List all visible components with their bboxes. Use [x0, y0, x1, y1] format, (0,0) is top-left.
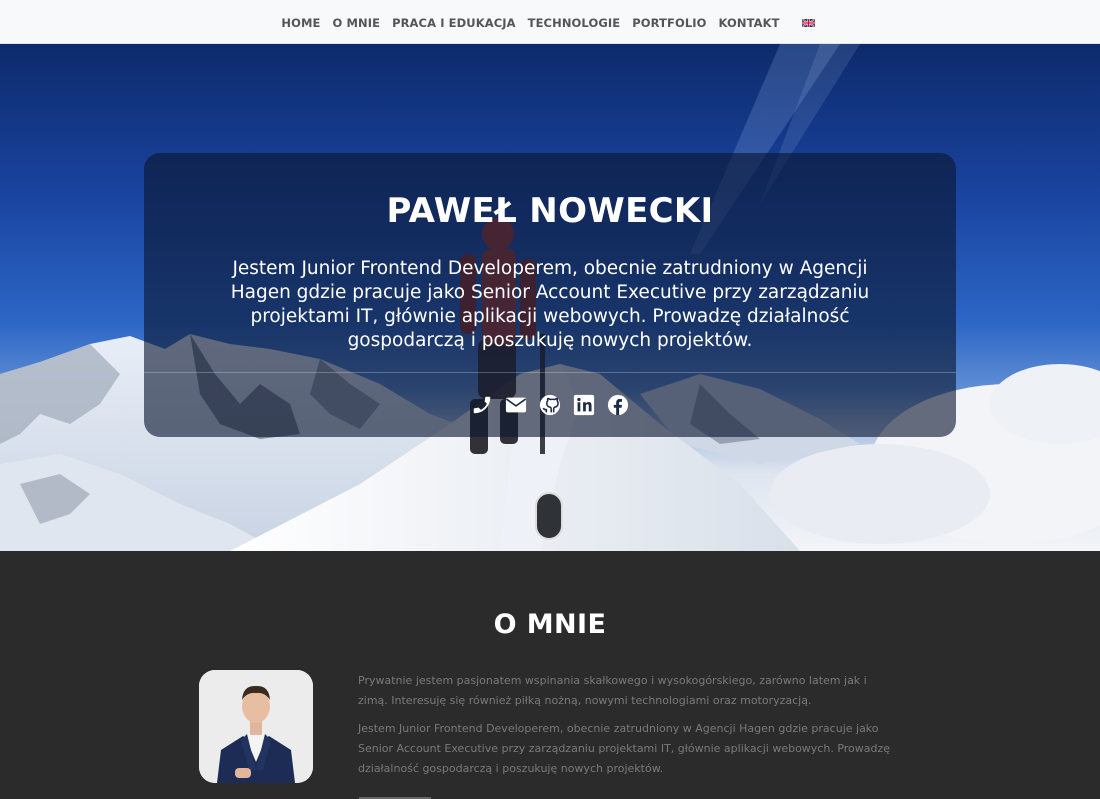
uk-flag-icon[interactable]	[801, 12, 816, 28]
envelope-icon[interactable]	[504, 393, 528, 417]
linkedin-icon[interactable]	[572, 393, 596, 417]
top-navbar: HOME O MNIE PRACA I EDUKACJA TECHNOLOGIE…	[0, 0, 1100, 44]
github-icon[interactable]	[538, 393, 562, 417]
about-paragraph-1: Prywatnie jestem pasjonatem wspinania sk…	[358, 674, 867, 707]
nav-portfolio[interactable]: PORTFOLIO	[626, 16, 712, 30]
nav-list: HOME O MNIE PRACA I EDUKACJA TECHNOLOGIE…	[275, 12, 816, 31]
hero-divider	[144, 372, 956, 373]
hero-name: PAWEŁ NOWECKI	[386, 191, 714, 231]
nav-contact[interactable]: KONTAKT	[713, 16, 786, 30]
hero-card: PAWEŁ NOWECKI Jestem Junior Frontend Dev…	[144, 153, 956, 437]
about-section: O MNIE Prywatnie jestem pasjonatem wspin…	[0, 551, 1100, 799]
nav-about[interactable]: O MNIE	[326, 16, 386, 30]
facebook-icon[interactable]	[606, 393, 630, 417]
profile-photo	[199, 670, 313, 783]
nav-technologies[interactable]: TECHNOLOGIE	[522, 16, 627, 30]
nav-home[interactable]: HOME	[275, 16, 326, 30]
scroll-down-indicator[interactable]	[535, 492, 563, 540]
about-text: Prywatnie jestem pasjonatem wspinania sk…	[358, 671, 898, 787]
social-icons	[144, 393, 956, 417]
about-title: O MNIE	[493, 609, 607, 640]
profile-photo-illustration	[199, 670, 313, 783]
phone-icon[interactable]	[470, 393, 494, 417]
hero-section: PAWEŁ NOWECKI Jestem Junior Frontend Dev…	[0, 44, 1100, 551]
about-paragraph-2: Jestem Junior Frontend Developerem, obec…	[358, 722, 891, 775]
nav-work-education[interactable]: PRACA I EDUKACJA	[386, 16, 522, 30]
hero-description: Jestem Junior Frontend Developerem, obec…	[230, 258, 870, 351]
